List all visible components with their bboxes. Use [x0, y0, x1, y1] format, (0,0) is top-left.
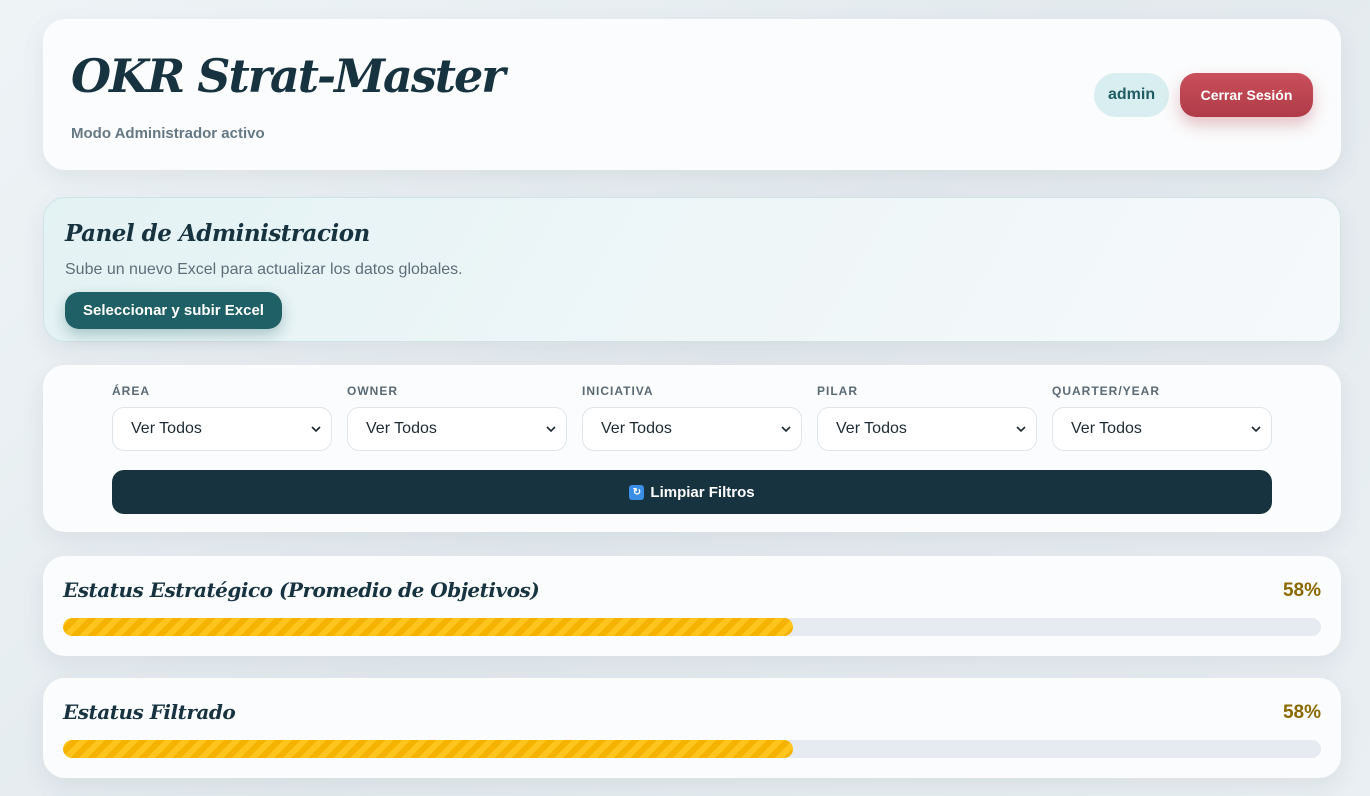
filter-quarter-year-select[interactable]: Ver Todos [1052, 407, 1272, 451]
app-title: OKR Strat-Master [71, 49, 506, 103]
filter-select-value: Ver Todos [366, 420, 437, 437]
chevron-down-icon [546, 426, 556, 433]
filter-iniciativa: INICIATIVA Ver Todos [582, 384, 802, 451]
progress-track [63, 740, 1321, 758]
filter-label: QUARTER/YEAR [1052, 384, 1161, 398]
progress-track [63, 618, 1321, 636]
upload-excel-button[interactable]: Seleccionar y subir Excel [65, 292, 282, 329]
status-title: Estatus Estratégico (Promedio de Objetiv… [63, 578, 540, 602]
clear-filters-button[interactable]: ↻ Limpiar Filtros [112, 470, 1272, 514]
admin-panel-description: Sube un nuevo Excel para actualizar los … [65, 261, 463, 278]
chevron-down-icon [781, 426, 791, 433]
mode-subtitle: Modo Administrador activo [71, 125, 265, 142]
logout-button[interactable]: Cerrar Sesión [1180, 73, 1313, 117]
clear-filters-label: Limpiar Filtros [650, 483, 755, 501]
filter-owner-select[interactable]: Ver Todos [347, 407, 567, 451]
status-percent: 58% [1282, 702, 1321, 723]
filter-owner: OWNER Ver Todos [347, 384, 567, 451]
filter-select-value: Ver Todos [601, 420, 672, 437]
filters-panel: ÁREA Ver Todos OWNER Ver Todos INICIATIV… [43, 365, 1341, 532]
refresh-icon: ↻ [629, 484, 645, 500]
header-card: OKR Strat-Master Modo Administrador acti… [43, 19, 1341, 170]
filter-select-value: Ver Todos [131, 420, 202, 437]
filter-pilar: PILAR Ver Todos [817, 384, 1037, 451]
filter-label: PILAR [817, 384, 858, 398]
filter-label: ÁREA [112, 384, 151, 398]
chevron-down-icon [311, 426, 321, 433]
status-card-strategic: Estatus Estratégico (Promedio de Objetiv… [43, 556, 1341, 656]
status-percent: 58% [1282, 580, 1321, 601]
filter-label: INICIATIVA [582, 384, 654, 398]
filter-select-value: Ver Todos [836, 420, 907, 437]
chevron-down-icon [1251, 426, 1261, 433]
status-title: Estatus Filtrado [63, 700, 236, 724]
filter-label: OWNER [347, 384, 398, 398]
admin-panel-title: Panel de Administracion [65, 220, 370, 247]
filter-iniciativa-select[interactable]: Ver Todos [582, 407, 802, 451]
admin-panel: Panel de Administracion Sube un nuevo Ex… [43, 197, 1341, 342]
filter-select-value: Ver Todos [1071, 420, 1142, 437]
chevron-down-icon [1016, 426, 1026, 433]
filter-area-select[interactable]: Ver Todos [112, 407, 332, 451]
progress-fill [63, 618, 793, 636]
filter-area: ÁREA Ver Todos [112, 384, 332, 451]
user-badge: admin [1094, 73, 1170, 117]
filter-quarter-year: QUARTER/YEAR Ver Todos [1052, 384, 1272, 451]
filter-pilar-select[interactable]: Ver Todos [817, 407, 1037, 451]
progress-fill [63, 740, 793, 758]
status-card-filtered: Estatus Filtrado 58% [43, 678, 1341, 778]
